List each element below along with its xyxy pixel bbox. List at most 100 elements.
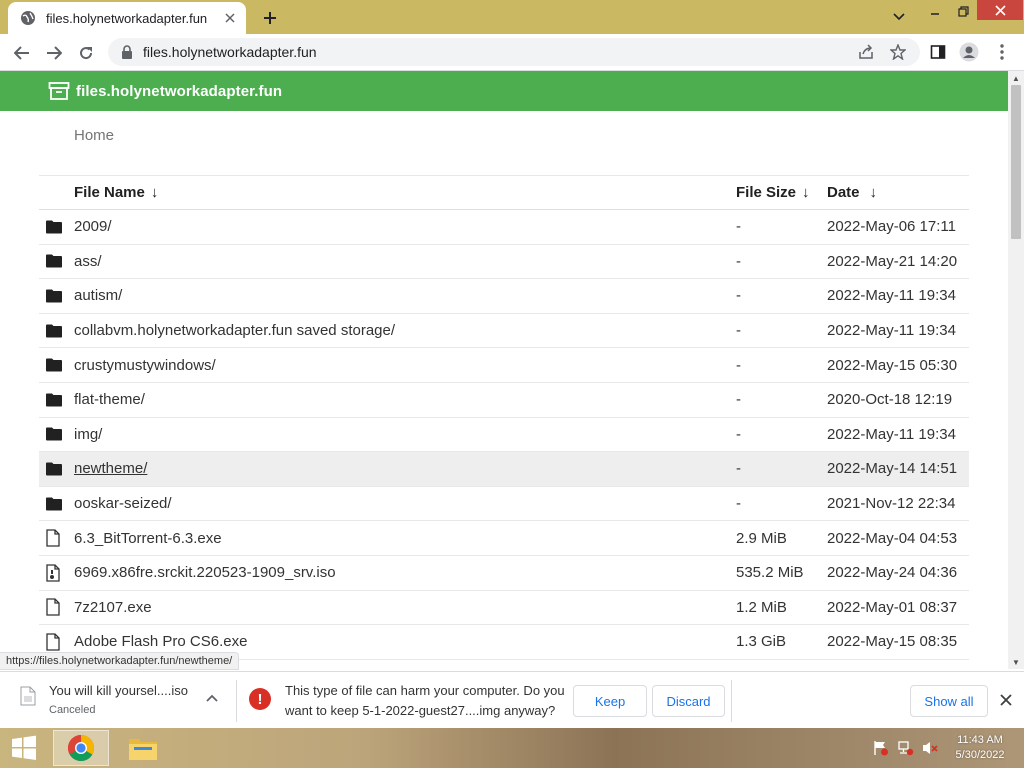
table-row[interactable]: flat-theme/ - 2020-Oct-18 12:19 xyxy=(39,383,969,418)
site-name[interactable]: files.holynetworkadapter.fun xyxy=(76,83,282,100)
file-name-link[interactable]: collabvm.holynetworkadapter.fun saved st… xyxy=(74,322,395,339)
file-size: - xyxy=(736,252,741,270)
table-row[interactable]: autism/ - 2022-May-11 19:34 xyxy=(39,279,969,314)
show-all-button[interactable]: Show all xyxy=(910,685,988,717)
table-row[interactable]: collabvm.holynetworkadapter.fun saved st… xyxy=(39,314,969,349)
folder-icon xyxy=(39,358,74,372)
file-icon xyxy=(39,529,74,547)
file-date: 2022-May-15 05:30 xyxy=(827,356,958,374)
file-date: 2022-May-21 14:20 xyxy=(827,252,958,270)
side-panel-icon[interactable] xyxy=(926,40,950,64)
new-tab-button[interactable] xyxy=(258,6,282,30)
system-clock[interactable]: 11:43 AM 5/30/2022 xyxy=(946,733,1014,763)
divider xyxy=(731,680,732,722)
file-size: - xyxy=(736,425,741,443)
minimize-button[interactable] xyxy=(922,0,948,22)
file-date: 2022-May-04 04:53 xyxy=(827,529,958,547)
archive-box-icon xyxy=(48,82,70,100)
file-name-link[interactable]: 7z2107.exe xyxy=(74,599,152,616)
back-arrow-icon[interactable] xyxy=(9,40,35,66)
clock-time: 11:43 AM xyxy=(957,734,1003,746)
header-date[interactable]: Date ↓ xyxy=(827,184,969,201)
restore-button[interactable] xyxy=(950,0,976,22)
chrome-taskbar-icon[interactable] xyxy=(53,730,109,766)
folder-icon xyxy=(39,497,74,511)
profile-avatar-icon[interactable] xyxy=(957,40,981,64)
file-name-link[interactable]: Adobe Flash Pro CS6.exe xyxy=(74,633,247,650)
sort-arrow-icon: ↓ xyxy=(869,184,878,201)
file-name-link[interactable]: 2009/ xyxy=(74,218,112,235)
file-date: 2022-May-11 19:34 xyxy=(827,322,956,340)
menu-dots-icon[interactable] xyxy=(990,40,1014,64)
table-row[interactable]: ass/ - 2022-May-21 14:20 xyxy=(39,245,969,280)
folder-icon xyxy=(39,393,74,407)
file-name-link[interactable]: ass/ xyxy=(74,253,102,270)
file-explorer-taskbar-icon[interactable] xyxy=(115,730,171,766)
table-row[interactable]: img/ - 2022-May-11 19:34 xyxy=(39,418,969,453)
file-size: - xyxy=(736,495,741,513)
file-size: 2.9 MiB xyxy=(736,529,787,547)
file-name-link[interactable]: autism/ xyxy=(74,287,122,304)
flag-alert-tray-icon[interactable] xyxy=(873,740,889,756)
folder-icon xyxy=(39,220,74,234)
page-scrollbar[interactable]: ▲ ▼ xyxy=(1008,71,1024,669)
globe-icon xyxy=(21,11,35,25)
file-size: - xyxy=(736,322,741,340)
table-row[interactable]: 6.3_BitTorrent-6.3.exe 2.9 MiB 2022-May-04… xyxy=(39,521,969,556)
file-name-link[interactable]: ooskar-seized/ xyxy=(74,495,172,512)
reload-icon[interactable] xyxy=(73,40,99,66)
tab-search-chevron-icon[interactable] xyxy=(888,6,910,28)
download-shelf: You will kill yoursel....iso Canceled ! … xyxy=(0,671,1024,728)
window-close-button[interactable] xyxy=(977,0,1023,20)
sort-arrow-icon: ↓ xyxy=(802,184,810,201)
header-file-size[interactable]: File Size ↓ xyxy=(736,184,827,201)
file-size: - xyxy=(736,391,741,409)
folder-icon xyxy=(39,462,74,476)
file-name-link[interactable]: 6.3_BitTorrent-6.3.exe xyxy=(74,530,222,547)
tab-close-icon[interactable] xyxy=(220,8,240,28)
table-row[interactable]: ooskar-seized/ - 2021-Nov-12 22:34 xyxy=(39,487,969,522)
scrollbar-thumb[interactable] xyxy=(1011,85,1021,239)
file-date: 2022-May-01 08:37 xyxy=(827,598,958,616)
browser-tab[interactable]: files.holynetworkadapter.fun xyxy=(8,2,246,34)
warning-icon: ! xyxy=(249,688,271,710)
scroll-down-arrow-icon[interactable]: ▼ xyxy=(1008,655,1024,669)
volume-muted-tray-icon[interactable] xyxy=(922,740,938,756)
disk-image-file-icon xyxy=(39,564,74,582)
file-name-link[interactable]: img/ xyxy=(74,426,102,443)
header-file-name[interactable]: File Name ↓ xyxy=(74,184,736,201)
file-date: 2022-May-11 19:34 xyxy=(827,287,956,305)
keep-button[interactable]: Keep xyxy=(573,685,647,717)
download-status: Canceled xyxy=(49,704,96,716)
table-header: File Name ↓ File Size ↓ Date ↓ xyxy=(39,175,969,210)
file-icon xyxy=(39,633,74,651)
network-tray-icon[interactable] xyxy=(898,740,914,756)
file-name-link[interactable]: newtheme/ xyxy=(74,460,147,477)
sort-arrow-icon: ↓ xyxy=(150,184,159,201)
table-row[interactable]: newtheme/ - 2022-May-14 14:51 xyxy=(39,452,969,487)
folder-icon xyxy=(39,254,74,268)
file-name-link[interactable]: flat-theme/ xyxy=(74,391,145,408)
table-row[interactable]: 6969.x86fre.srckit.220523-1909_srv.iso 53… xyxy=(39,556,969,591)
address-bar[interactable]: files.holynetworkadapter.fun xyxy=(108,38,920,66)
start-button[interactable] xyxy=(0,728,48,768)
file-name-link[interactable]: crustymustywindows/ xyxy=(74,357,216,374)
share-icon[interactable] xyxy=(854,40,878,64)
divider xyxy=(236,680,237,722)
bookmark-star-icon[interactable] xyxy=(886,40,910,64)
discard-button[interactable]: Discard xyxy=(652,685,725,717)
table-row[interactable]: 7z2107.exe 1.2 MiB 2022-May-01 08:37 xyxy=(39,591,969,626)
download-item[interactable]: You will kill yoursel....iso Canceled xyxy=(16,682,236,718)
forward-arrow-icon[interactable] xyxy=(41,40,67,66)
table-body: 2009/ - 2022-May-06 17:11 ass/ - 2022-May-21 … xyxy=(39,210,969,660)
table-row[interactable]: 2009/ - 2022-May-06 17:11 xyxy=(39,210,969,245)
file-listing-table: File Name ↓ File Size ↓ Date ↓ 2009/ - 2022-M… xyxy=(39,175,969,660)
scroll-up-arrow-icon[interactable]: ▲ xyxy=(1008,71,1024,85)
table-row[interactable]: crustymustywindows/ - 2022-May-15 05:30 xyxy=(39,348,969,383)
file-date: 2022-May-24 04:36 xyxy=(827,564,958,582)
chevron-up-icon[interactable] xyxy=(204,690,220,706)
close-shelf-icon[interactable] xyxy=(996,690,1016,710)
breadcrumb-home[interactable]: Home xyxy=(74,127,114,144)
file-name-link[interactable]: 6969.x86fre.srckit.220523-1909_srv.iso xyxy=(74,564,336,581)
folder-icon xyxy=(39,289,74,303)
